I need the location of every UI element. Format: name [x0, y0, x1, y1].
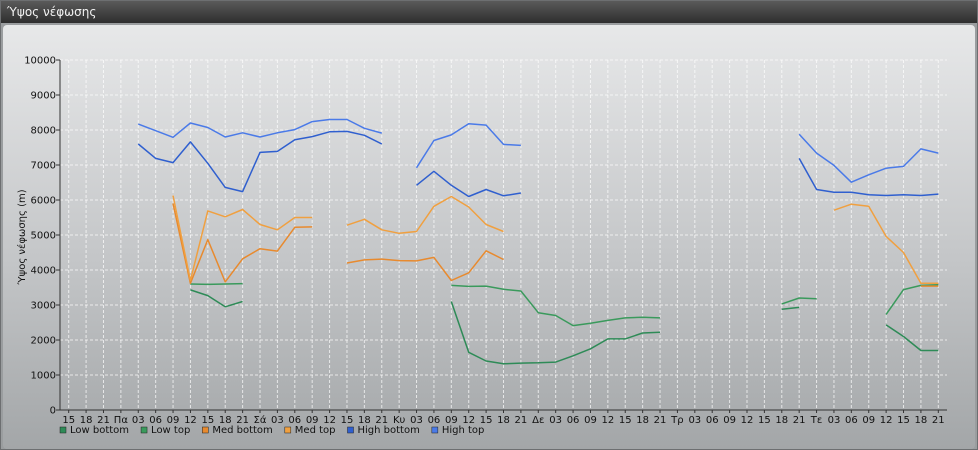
x-tick-label: 06 [428, 415, 441, 426]
x-tick-label: 21 [932, 415, 945, 426]
x-tick-label: 15 [758, 415, 771, 426]
x-tick-label: 18 [636, 415, 649, 426]
x-tick-label: Δε [532, 415, 544, 426]
x-tick-label: 18 [915, 415, 928, 426]
x-tick-label: 06 [845, 415, 858, 426]
x-tick-label: 03 [271, 415, 284, 426]
legend-swatch [431, 426, 439, 434]
x-tick-label: Τε [810, 415, 823, 426]
x-tick-label: 15 [341, 415, 354, 426]
legend: Low bottom Low top Med bottom Med top High b… [59, 425, 485, 436]
y-tick-label: 3000 [31, 301, 56, 312]
y-tick-label: 9000 [31, 91, 56, 102]
x-tick-label: 18 [775, 415, 788, 426]
legend-label: Low bottom [70, 425, 129, 436]
x-tick-label: 12 [880, 415, 893, 426]
x-tick-label: 03 [132, 415, 145, 426]
x-tick-label: 15 [897, 415, 910, 426]
legend-swatch [140, 426, 148, 434]
x-tick-label: 15 [619, 415, 632, 426]
x-tick-label: 09 [584, 415, 597, 426]
legend-label: High top [442, 425, 485, 436]
y-tick-label: 6000 [31, 196, 56, 207]
legend-swatch [284, 426, 292, 434]
x-tick-label: 09 [862, 415, 875, 426]
x-tick-label: 21 [515, 415, 528, 426]
x-tick-labels: 15 18 21 Πα 03 06 09 12 15 18 21 Σά 03 06 09 12 15 18 21 Κυ… [62, 414, 944, 426]
y-tick-label: 1000 [31, 371, 56, 382]
y-tick-label: 7000 [31, 161, 56, 172]
axes [56, 59, 947, 413]
y-tick-labels: 0 1000 2000 3000 4000 5000 6000 7000 8000 9000 100… [24, 56, 56, 417]
y-tick-label: 0 [50, 406, 56, 417]
legend-swatch [59, 426, 67, 434]
x-tick-label: 03 [549, 415, 562, 426]
x-tick-label: 12 [601, 415, 614, 426]
y-axis-label: Ύψος νέφωσης (m) [16, 189, 28, 285]
series-line [190, 289, 939, 365]
x-tick-label: 03 [828, 415, 841, 426]
y-tick-label: 5000 [31, 231, 56, 242]
legend-label: Med top [295, 425, 336, 436]
chart-window: Ύψος νέφωσης 0 1000 2000 3000 4000 5000 6000 70… [0, 0, 978, 450]
x-tick-label: 21 [654, 415, 667, 426]
y-tick-label: 10000 [24, 56, 56, 67]
y-tick-label: 2000 [31, 336, 56, 347]
x-tick-label: 03 [688, 415, 701, 426]
y-tick-label: 8000 [31, 126, 56, 137]
legend-label: Low top [151, 425, 190, 436]
x-tick-label: 18 [497, 415, 510, 426]
x-tick-label: 09 [723, 415, 736, 426]
x-tick-label: Τρ [670, 415, 683, 426]
x-tick-label: 21 [793, 415, 806, 426]
legend-label: Med bottom [212, 425, 272, 436]
y-tick-label: 4000 [31, 266, 56, 277]
x-tick-label: 06 [567, 415, 580, 426]
x-tick-label: 06 [706, 415, 719, 426]
legend-swatch [347, 426, 354, 434]
x-tick-label: 12 [741, 415, 754, 426]
grid-lines [60, 59, 947, 411]
legend-swatch [202, 426, 209, 434]
cloud-height-chart: 0 1000 2000 3000 4000 5000 6000 7000 8000 9000 100… [16, 56, 947, 436]
legend-label: High bottom [358, 425, 420, 436]
